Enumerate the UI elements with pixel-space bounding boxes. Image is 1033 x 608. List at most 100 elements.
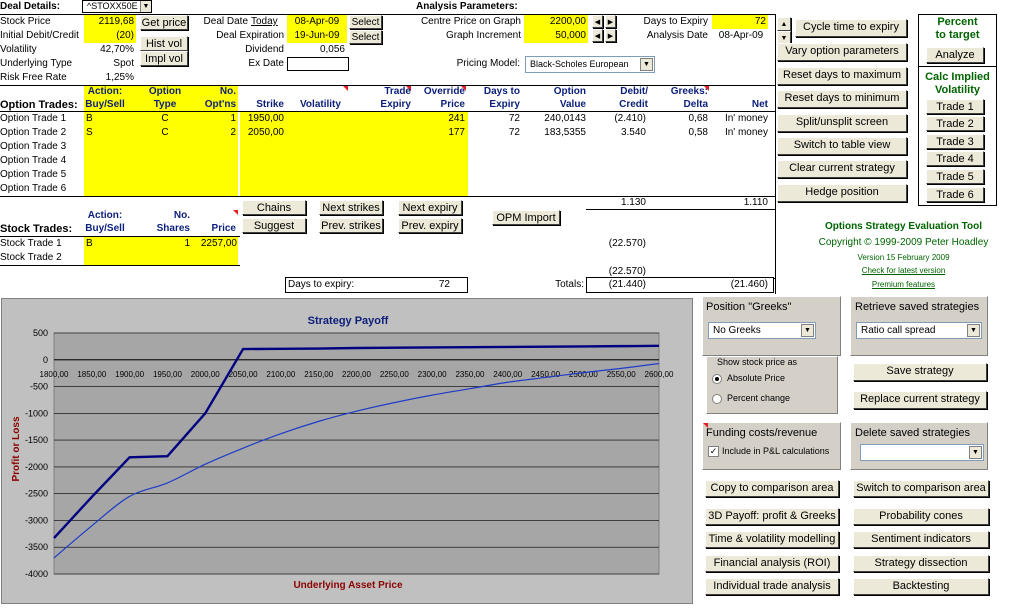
sentiment-indicators-button[interactable]: Sentiment indicators — [853, 531, 989, 548]
vary-option-params-button[interactable]: Vary option parameters — [777, 43, 907, 61]
calc-trade-4-button[interactable]: Trade 4 — [926, 151, 984, 166]
today-link[interactable]: Today — [251, 15, 285, 29]
opt-row-buysell[interactable] — [86, 182, 106, 196]
exdate-value[interactable] — [287, 57, 349, 71]
opt-row-type[interactable] — [140, 154, 190, 168]
opm-import-button[interactable]: OPM Import — [492, 210, 560, 225]
check-latest-link[interactable]: Check for latest version — [776, 266, 1031, 278]
stock-price-value[interactable]: 2119,68 — [84, 15, 136, 29]
opt-row-buysell[interactable]: B — [86, 112, 106, 126]
increment-left-icon[interactable]: ◀ — [592, 29, 603, 42]
time-vol-modelling-button[interactable]: Time & volatility modelling — [705, 531, 839, 548]
opt-row-override[interactable]: 177 — [412, 126, 465, 140]
next-expiry-button[interactable]: Next expiry — [398, 200, 462, 215]
split-screen-button[interactable]: Split/unsplit screen — [777, 114, 907, 132]
opt-row-strike[interactable] — [240, 154, 284, 168]
opt-row-type[interactable] — [140, 182, 190, 196]
absolute-radio[interactable] — [712, 374, 722, 384]
opt-row-override[interactable] — [412, 154, 465, 168]
pricing-model-dropdown[interactable]: Black-Scholes European ▼ — [525, 56, 655, 73]
greeks-dropdown[interactable]: No Greeks ▼ — [708, 322, 816, 339]
stock-row-buysell[interactable]: B — [86, 237, 106, 251]
cycle-time-button[interactable]: Cycle time to expiry — [795, 19, 907, 37]
rfr-value[interactable]: 1,25% — [84, 71, 136, 85]
dividend-value[interactable]: 0,056 — [287, 43, 347, 57]
analysis-date-value[interactable]: 08-Apr-09 — [712, 29, 770, 43]
calc-trade-6-button[interactable]: Trade 6 — [926, 187, 984, 202]
next-strikes-button[interactable]: Next strikes — [319, 200, 383, 215]
hist-vol-button[interactable]: Hist vol — [140, 36, 188, 51]
reset-days-max-button[interactable]: Reset days to maximum — [777, 67, 907, 85]
payoff-3d-button[interactable]: 3D Payoff: profit & Greeks — [705, 508, 839, 525]
centre-right-icon[interactable]: ▶ — [605, 15, 616, 28]
opt-row-override[interactable]: 241 — [412, 112, 465, 126]
opt-row-no[interactable]: 2 — [190, 126, 236, 140]
get-price-button[interactable]: Get price — [140, 15, 188, 30]
strategy-dissection-button[interactable]: Strategy dissection — [853, 555, 989, 572]
premium-features-link[interactable]: Premium features — [776, 280, 1031, 292]
opt-row-type[interactable]: C — [140, 126, 190, 140]
calc-trade-5-button[interactable]: Trade 5 — [926, 169, 984, 184]
reset-days-min-button[interactable]: Reset days to minimum — [777, 90, 907, 108]
opt-row-no[interactable] — [190, 154, 236, 168]
opt-row-type[interactable] — [140, 140, 190, 154]
initial-debit-value[interactable]: (20) — [84, 29, 136, 43]
opt-row-buysell[interactable] — [86, 168, 106, 182]
graph-increment-value[interactable]: 50,000 — [524, 29, 588, 43]
impl-vol-button[interactable]: Impl vol — [140, 51, 188, 66]
replace-strategy-button[interactable]: Replace current strategy — [853, 391, 987, 409]
underlying-value[interactable]: Spot — [84, 57, 136, 71]
stock-row-shares[interactable]: 1 — [140, 237, 190, 251]
percent-radio[interactable] — [712, 394, 722, 404]
deal-expiration-value[interactable]: 19-Jun-09 — [287, 29, 347, 43]
stock-row-price[interactable] — [190, 251, 237, 265]
opt-row-no[interactable] — [190, 168, 236, 182]
chains-button[interactable]: Chains — [242, 200, 306, 215]
opt-row-strike[interactable] — [240, 140, 284, 154]
retrieve-dropdown[interactable]: Ratio call spread ▼ — [856, 322, 982, 339]
opt-row-no[interactable]: 1 — [190, 112, 236, 126]
opt-row-override[interactable] — [412, 182, 465, 196]
opt-row-strike[interactable]: 1950,00 — [240, 112, 284, 126]
prev-strikes-button[interactable]: Prev. strikes — [319, 218, 383, 233]
stock-row-price[interactable]: 2257,00 — [190, 237, 237, 251]
spin-up-icon[interactable]: ▲ — [777, 17, 791, 31]
delete-dropdown[interactable]: ▼ — [860, 444, 984, 461]
individual-trade-button[interactable]: Individual trade analysis — [705, 578, 839, 595]
backtesting-button[interactable]: Backtesting — [853, 578, 989, 595]
stock-row-buysell[interactable] — [86, 251, 106, 265]
save-strategy-button[interactable]: Save strategy — [853, 363, 987, 381]
switch-comparison-button[interactable]: Switch to comparison area — [853, 480, 989, 497]
stock-row-shares[interactable] — [140, 251, 190, 265]
switch-table-view-button[interactable]: Switch to table view — [777, 137, 907, 155]
calc-trade-2-button[interactable]: Trade 2 — [926, 116, 984, 131]
opt-row-override[interactable] — [412, 168, 465, 182]
copy-comparison-button[interactable]: Copy to comparison area — [705, 480, 839, 497]
opt-row-buysell[interactable]: S — [86, 126, 106, 140]
analyze-button[interactable]: Analyze — [926, 47, 984, 63]
clear-strategy-button[interactable]: Clear current strategy — [777, 160, 907, 178]
opt-row-type[interactable]: C — [140, 112, 190, 126]
increment-right-icon[interactable]: ▶ — [605, 29, 616, 42]
opt-row-no[interactable] — [190, 182, 236, 196]
deal-exp-select-button[interactable]: Select — [349, 30, 382, 44]
probability-cones-button[interactable]: Probability cones — [853, 508, 989, 525]
days-to-expiry-value[interactable]: 72 — [712, 15, 768, 29]
volatility-value[interactable]: 42,70% — [84, 43, 136, 57]
symbol-dropdown[interactable]: ^STOXX50E ▼ — [82, 0, 152, 13]
suggest-button[interactable]: Suggest — [242, 218, 306, 233]
funding-checkbox[interactable]: ✓ — [708, 446, 719, 457]
centre-price-value[interactable]: 2200,00 — [524, 15, 588, 29]
calc-trade-1-button[interactable]: Trade 1 — [926, 99, 984, 114]
prev-expiry-button[interactable]: Prev. expiry — [398, 218, 462, 233]
opt-row-override[interactable] — [412, 140, 465, 154]
opt-row-strike[interactable] — [240, 168, 284, 182]
opt-row-strike[interactable] — [240, 182, 284, 196]
opt-row-no[interactable] — [190, 140, 236, 154]
calc-trade-3-button[interactable]: Trade 3 — [926, 134, 984, 149]
opt-row-type[interactable] — [140, 168, 190, 182]
opt-row-buysell[interactable] — [86, 140, 106, 154]
opt-row-buysell[interactable] — [86, 154, 106, 168]
opt-row-strike[interactable]: 2050,00 — [240, 126, 284, 140]
centre-left-icon[interactable]: ◀ — [592, 15, 603, 28]
